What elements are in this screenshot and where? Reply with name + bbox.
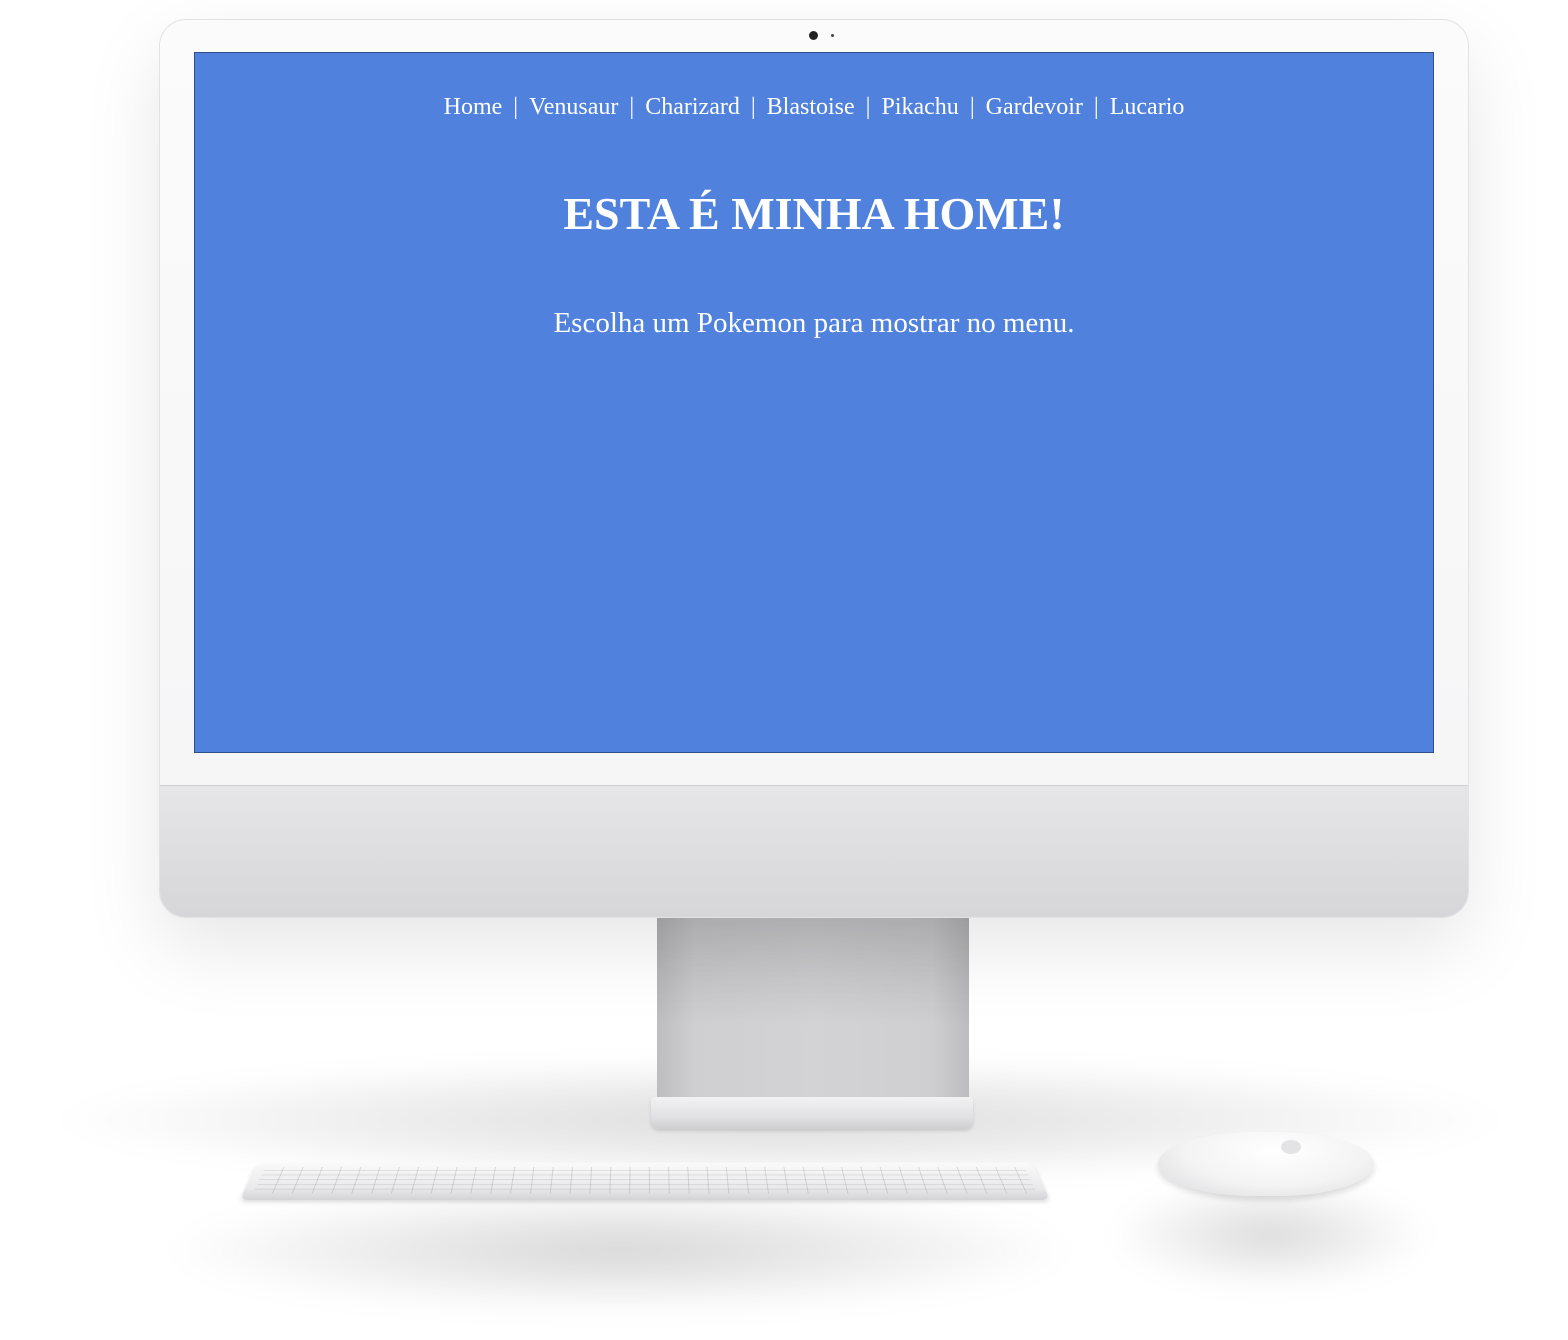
nav-link-lucario[interactable]: Lucario (1110, 94, 1185, 120)
nav-separator: | (750, 94, 756, 120)
nav-link-home[interactable]: Home (444, 94, 503, 120)
monitor-chin (160, 785, 1468, 917)
camera-sensor-icon (831, 34, 834, 37)
keyboard (240, 1162, 1050, 1200)
pokemon-nav-menu: Home | Venusaur | Charizard | Blastoise | Pikach… (195, 89, 1433, 125)
keyboard-shadow (170, 1190, 1070, 1310)
apple-logo-icon (1281, 1140, 1301, 1154)
nav-link-gardevoir[interactable]: Gardevoir (986, 94, 1083, 120)
nav-separator: | (629, 94, 635, 120)
nav-separator: | (969, 94, 975, 120)
keyboard-keys (252, 1166, 1038, 1194)
page-title: ESTA É MINHA HOME! (563, 188, 1065, 239)
nav-link-charizard[interactable]: Charizard (645, 94, 740, 120)
nav-link-venusaur[interactable]: Venusaur (529, 94, 618, 120)
monitor-stand-foot (651, 1097, 973, 1129)
nav-separator: | (513, 94, 519, 120)
mockup-scene: Home | Venusaur | Charizard | Blastoise | Pikach… (0, 0, 1568, 1340)
web-page: Home | Venusaur | Charizard | Blastoise | Pikach… (194, 52, 1434, 753)
webcam-icon (809, 31, 818, 40)
nav-separator: | (865, 94, 871, 120)
page-instruction-text: Escolha um Pokemon para mostrar no menu. (553, 307, 1075, 339)
nav-separator: | (1093, 94, 1099, 120)
mouse-shadow (1110, 1180, 1430, 1290)
monitor-stand-shade (657, 917, 969, 1027)
monitor: Home | Venusaur | Charizard | Blastoise | Pikach… (160, 20, 1468, 917)
nav-link-pikachu[interactable]: Pikachu (881, 94, 958, 120)
mouse (1158, 1132, 1374, 1196)
nav-link-blastoise[interactable]: Blastoise (767, 94, 855, 120)
